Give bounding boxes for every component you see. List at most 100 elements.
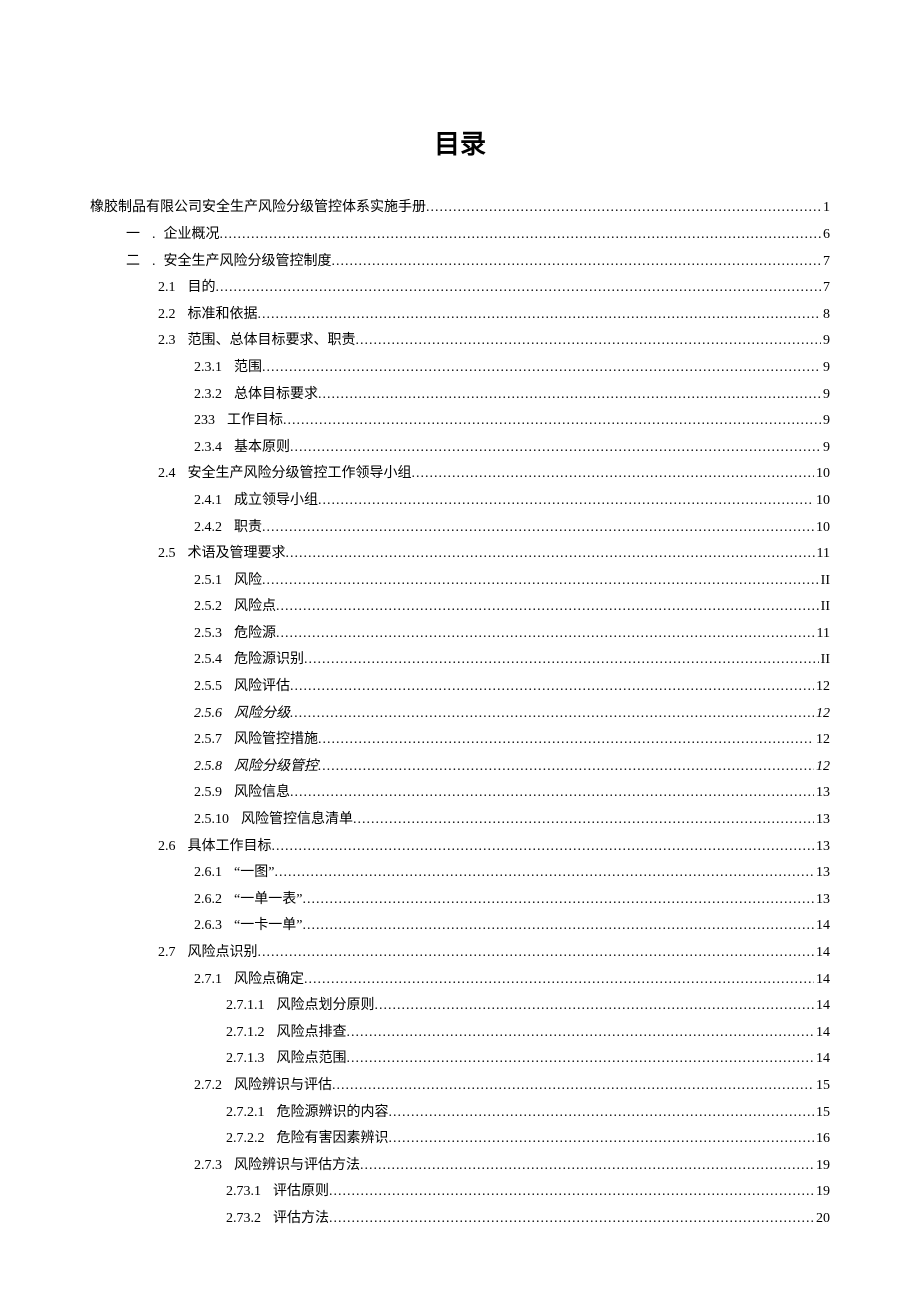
toc-leader-dots bbox=[304, 967, 814, 994]
toc-entry-page: 14 bbox=[814, 967, 830, 994]
toc-entry-number: 2.5 bbox=[158, 541, 176, 568]
toc-entry-label: 2.5.2风险点 bbox=[194, 594, 276, 621]
toc-leader-dots bbox=[412, 461, 815, 488]
toc-entry-number: 2.7.1 bbox=[194, 967, 222, 994]
toc-entry-label: 2.6具体工作目标 bbox=[158, 834, 272, 861]
toc-entry-number: 2.5.2 bbox=[194, 594, 222, 621]
toc-entry-page: 14 bbox=[814, 1046, 830, 1073]
toc-entry-label: 2.5.10风险管控信息清单 bbox=[194, 807, 353, 834]
toc-entry-number: 2.4 bbox=[158, 461, 176, 488]
toc-entry-text: 风险管控信息清单 bbox=[241, 812, 353, 827]
toc-entry-label: 2.5.1风险 bbox=[194, 568, 262, 595]
toc-leader-dots bbox=[347, 1046, 815, 1073]
toc-entry-page: 9 bbox=[821, 435, 830, 462]
toc-entry-label: 2.5 术语及管理要求 bbox=[158, 541, 286, 568]
toc-entry-text: 术语及管理要求 bbox=[188, 546, 286, 561]
toc-entry-number: 2.7.1.1 bbox=[226, 993, 265, 1020]
toc-leader-dots bbox=[302, 913, 814, 940]
toc-leader-dots bbox=[262, 515, 814, 542]
toc-entry: 2.73.2评估方法20 bbox=[90, 1206, 830, 1233]
toc-entry-text: 总体目标要求 bbox=[234, 387, 318, 402]
toc-entry-number: 2.7.1.2 bbox=[226, 1020, 265, 1047]
toc-entry-text: “一单一表” bbox=[234, 892, 302, 907]
toc-entry: 2.7.2.1危险源辨识的内容15 bbox=[90, 1100, 830, 1127]
toc-entry-label: 2.6.3“一卡一单” bbox=[194, 913, 302, 940]
toc-entry-page: 19 bbox=[814, 1179, 830, 1206]
toc-entry-page: 19 bbox=[814, 1153, 830, 1180]
toc-entry: 2.2标准和依据8 bbox=[90, 302, 830, 329]
toc-entry: 2.5.10风险管控信息清单13 bbox=[90, 807, 830, 834]
toc-leader-dots bbox=[290, 674, 814, 701]
toc-entry-text: 风险 bbox=[234, 573, 262, 588]
toc-entry-page: II bbox=[819, 568, 830, 595]
toc-entry-label: 2.4安全生产风险分级管控工作领导小组 bbox=[158, 461, 412, 488]
toc-entry-number: 2.7.2.2 bbox=[226, 1126, 265, 1153]
toc-entry-number: 2.3 bbox=[158, 328, 176, 355]
toc-entry-page: 9 bbox=[821, 408, 830, 435]
toc-entry: 2.5.2风险点II bbox=[90, 594, 830, 621]
toc-leader-dots bbox=[329, 1179, 814, 1206]
toc-entry: 2.5.8风险分级管控12 bbox=[90, 754, 830, 781]
toc-entry-text: 风险点排查 bbox=[277, 1025, 347, 1040]
toc-leader-dots bbox=[332, 1073, 814, 1100]
toc-entry-page: 10 bbox=[814, 461, 830, 488]
toc-entry: 233 工作目标 9 bbox=[90, 408, 830, 435]
toc-entry: 2.5.7 风险管控措施 12 bbox=[90, 727, 830, 754]
toc-leader-dots bbox=[276, 621, 815, 648]
toc-leader-dots bbox=[353, 807, 814, 834]
toc-entry-number: 2.5.4 bbox=[194, 647, 222, 674]
toc-entry-label: 2.5.4危险源识别 bbox=[194, 647, 304, 674]
toc-leader-dots bbox=[356, 328, 822, 355]
toc-entry-page: 12 bbox=[814, 701, 830, 728]
toc-entry: 2.5.1风险 II bbox=[90, 568, 830, 595]
toc-entry-page: 14 bbox=[814, 913, 830, 940]
toc-entry-number: 233 bbox=[194, 408, 215, 435]
toc-entry-number: 2.2 bbox=[158, 302, 176, 329]
toc-entry-page: 14 bbox=[814, 993, 830, 1020]
toc-entry-number: 2.5.9 bbox=[194, 780, 222, 807]
toc-entry-label: 2.5.3危险源 bbox=[194, 621, 276, 648]
toc-entry-page: 12 bbox=[814, 674, 830, 701]
toc-leader-dots bbox=[258, 302, 822, 329]
toc-entry-page: 13 bbox=[814, 780, 830, 807]
toc-leader-dots bbox=[347, 1020, 815, 1047]
toc-entry: 2.6.1“一图”13 bbox=[90, 860, 830, 887]
toc-entry-text: 工作目标 bbox=[227, 413, 283, 428]
table-of-contents: 橡胶制品有限公司安全生产风险分级管控体系实施手册1一.企业概况6二.安全生产风险… bbox=[90, 195, 830, 1232]
toc-entry-separator: . bbox=[152, 227, 156, 242]
toc-entry-label: 2.73.1评估原则 bbox=[226, 1179, 329, 1206]
toc-entry-label: 2.5.9风险信息 bbox=[194, 780, 290, 807]
toc-leader-dots bbox=[286, 541, 815, 568]
toc-entry-page: 1 bbox=[821, 195, 830, 222]
toc-entry-page: 12 bbox=[814, 727, 830, 754]
toc-entry-text: 具体工作目标 bbox=[188, 839, 272, 854]
toc-entry-text: 基本原则 bbox=[234, 440, 290, 455]
toc-entry-number: 2.5.8 bbox=[194, 754, 222, 781]
toc-entry-number: 2.5.3 bbox=[194, 621, 222, 648]
toc-entry-page: 13 bbox=[814, 860, 830, 887]
toc-entry-number: 2.5.7 bbox=[194, 727, 222, 754]
toc-entry: 2.7.2.2危险有害因素辨识16 bbox=[90, 1126, 830, 1153]
toc-entry-label: 二.安全生产风险分级管控制度 bbox=[126, 249, 332, 276]
toc-entry: 2.7.1.3风险点范围14 bbox=[90, 1046, 830, 1073]
toc-entry-label: 2.7.2风险辨识与评估 bbox=[194, 1073, 332, 1100]
toc-entry-label: 2.5.8风险分级管控 bbox=[194, 754, 318, 781]
toc-entry-page: 13 bbox=[814, 887, 830, 914]
toc-entry: 2.4安全生产风险分级管控工作领导小组 10 bbox=[90, 461, 830, 488]
toc-entry: 2.5.9风险信息 13 bbox=[90, 780, 830, 807]
toc-entry: 二.安全生产风险分级管控制度7 bbox=[90, 249, 830, 276]
toc-entry-text: 安全生产风险分级管控制度 bbox=[164, 254, 332, 269]
toc-entry-text: 范围、总体目标要求、职责 bbox=[188, 333, 356, 348]
toc-entry: 2.73.1评估原则 19 bbox=[90, 1179, 830, 1206]
toc-entry-number: 2.73.2 bbox=[226, 1206, 261, 1233]
toc-entry-label: 2.7.1.2 风险点排查 bbox=[226, 1020, 347, 1047]
toc-entry-number: 2.3.2 bbox=[194, 382, 222, 409]
toc-entry-text: 标准和依据 bbox=[188, 307, 258, 322]
toc-entry-page: 15 bbox=[814, 1073, 830, 1100]
toc-entry-text: 风险点范围 bbox=[277, 1051, 347, 1066]
toc-entry-text: 风险管控措施 bbox=[234, 732, 318, 747]
toc-entry-text: 风险辨识与评估 bbox=[234, 1078, 332, 1093]
toc-leader-dots bbox=[318, 488, 814, 515]
toc-entry: 2.6具体工作目标13 bbox=[90, 834, 830, 861]
toc-entry: 2.4.1成立领导小组10 bbox=[90, 488, 830, 515]
